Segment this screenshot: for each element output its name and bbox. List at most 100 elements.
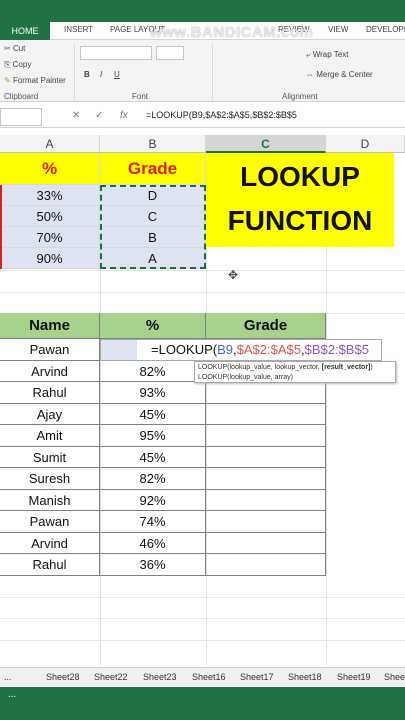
student-name-cell[interactable]: Pawan (0, 339, 100, 361)
enter-icon[interactable]: ✓ (95, 110, 103, 121)
font-size-select[interactable] (156, 46, 184, 60)
italic-button[interactable]: I (100, 70, 102, 79)
brush-icon: ✎ (4, 76, 11, 85)
tab-developer[interactable]: DEVELOPER (366, 25, 405, 34)
sheet-tab-overflow[interactable]: ... (4, 672, 12, 682)
underline-button[interactable]: U (114, 70, 120, 79)
student-grade-cell[interactable] (206, 403, 326, 425)
student-name-cell[interactable]: Manish (0, 489, 100, 511)
student-grade-cell[interactable] (206, 468, 326, 490)
column-header-d[interactable]: D (326, 135, 405, 153)
active-cell-editor[interactable]: =LOOKUP(B9,$A$2:$A$5,$B$2:$B$5 (100, 339, 382, 361)
student-name-cell[interactable]: Arvind (0, 360, 100, 382)
student-header-name[interactable]: Name (0, 313, 100, 339)
gridline (0, 618, 405, 619)
referenced-cell-highlight (101, 340, 137, 360)
merge-center-button[interactable]: ⇔ Merge & Center (306, 70, 373, 79)
tab-insert[interactable]: INSERT (64, 25, 93, 34)
student-percent-cell[interactable]: 92% (100, 489, 206, 511)
lookup-range-highlight (0, 185, 2, 269)
student-header-grade[interactable]: Grade (206, 313, 326, 339)
formula-input[interactable]: =LOOKUP(B9,$A$2:$A$5,$B$2:$B$5 (146, 110, 297, 120)
student-grade-cell[interactable] (206, 489, 326, 511)
status-bar: ... (0, 687, 405, 720)
bold-button[interactable]: B (84, 70, 90, 79)
name-box[interactable] (0, 108, 42, 126)
student-grade-cell[interactable] (206, 446, 326, 468)
gridline (0, 597, 405, 598)
column-header-c[interactable]: C (206, 135, 326, 153)
student-percent-cell[interactable]: 36% (100, 554, 206, 576)
tab-view[interactable]: VIEW (328, 25, 348, 34)
student-name-cell[interactable]: Sumit (0, 446, 100, 468)
cut-label: Cut (12, 44, 26, 53)
lookup-header-grade[interactable]: Grade (100, 153, 206, 185)
student-grade-cell[interactable] (206, 382, 326, 404)
cancel-icon[interactable]: ✕ (72, 110, 80, 121)
student-percent-cell[interactable]: 93% (100, 382, 206, 404)
function-tooltip: LOOKUP(lookup_value, lookup_vector, [res… (194, 361, 396, 383)
student-grade-cell[interactable] (206, 425, 326, 447)
student-name-cell[interactable]: Amit (0, 425, 100, 447)
student-name-cell[interactable]: Arvind (0, 532, 100, 554)
lookup-cell-percent[interactable]: 90% (0, 248, 100, 269)
merge-center-label: Merge & Center (316, 70, 373, 79)
lookup-cell-percent[interactable]: 33% (0, 185, 100, 206)
student-percent-cell[interactable]: 46% (100, 532, 206, 554)
sheet-tab[interactable]: Sheet16 (192, 672, 226, 682)
sheet-tab[interactable]: Sheet17 (240, 672, 274, 682)
copy-label: Copy (12, 60, 32, 69)
cut-button[interactable]: ✂ Cut (4, 44, 25, 53)
column-header-b[interactable]: B (100, 135, 206, 153)
sheet-tab[interactable]: Sheet19 (337, 672, 371, 682)
tab-home[interactable]: HOME (0, 22, 50, 40)
sheet-tab[interactable]: Sheet23 (143, 672, 177, 682)
tab-home-label: HOME (11, 26, 39, 36)
formula-arg-1: B9 (217, 342, 234, 357)
student-name-cell[interactable]: Ajay (0, 403, 100, 425)
scissors-icon: ✂ (4, 44, 11, 53)
bandicam-watermark: www.BANDICAM.com (150, 24, 314, 41)
alignment-group-label: Alignment (282, 92, 318, 101)
format-painter-label: Format Painter (12, 76, 66, 85)
format-painter-button[interactable]: ✎ Format Painter (4, 76, 66, 85)
formula-text: =LOOKUP(B9,$A$2:$A$5,$B$2:$B$5 (151, 342, 369, 357)
sheet-tab[interactable]: Sheet (384, 672, 405, 682)
lookup-header-percent[interactable]: % (0, 153, 100, 185)
student-grade-cell[interactable] (206, 532, 326, 554)
lookup-cell-percent[interactable]: 70% (0, 227, 100, 248)
formula-bar: ✕ ✓ fx =LOOKUP(B9,$A$2:$A$5,$B$2:$B$5 (0, 106, 405, 128)
student-percent-cell[interactable]: 45% (100, 403, 206, 425)
student-name-cell[interactable]: Suresh (0, 468, 100, 490)
title-bar (0, 0, 405, 22)
sheet-tab[interactable]: Sheet28 (46, 672, 80, 682)
wrap-text-button[interactable]: ⤶ Wrap Text (306, 50, 348, 60)
student-name-cell[interactable]: Rahul (0, 554, 100, 576)
clipboard-group-label: Clipboard (4, 92, 39, 101)
student-name-cell[interactable]: Pawan (0, 511, 100, 533)
student-name-cell[interactable]: Rahul (0, 382, 100, 404)
student-grade-cell[interactable] (206, 554, 326, 576)
lookup-cell-percent[interactable]: 50% (0, 206, 100, 227)
student-percent-cell[interactable]: 74% (100, 511, 206, 533)
student-grade-cell[interactable] (206, 511, 326, 533)
divider (212, 44, 213, 100)
merge-icon: ⇔ (306, 70, 314, 79)
student-percent-cell[interactable]: 45% (100, 446, 206, 468)
column-header-a[interactable]: A (0, 135, 100, 153)
status-indicator: ... (8, 689, 17, 700)
insert-function-button[interactable]: fx (120, 110, 128, 121)
sheet-tab[interactable]: Sheet18 (288, 672, 322, 682)
student-header-percent[interactable]: % (100, 313, 206, 339)
cursor-icon: ✥ (228, 268, 239, 282)
sheet-tab[interactable]: Sheet22 (94, 672, 128, 682)
sheet-tab-bar: ... Sheet28 Sheet22 Sheet23 Sheet16 Shee… (0, 667, 405, 687)
font-name-select[interactable] (80, 46, 152, 60)
student-percent-cell[interactable]: 82% (100, 468, 206, 490)
copy-button[interactable]: ⎘ Copy (4, 60, 31, 70)
gridline (0, 270, 405, 271)
gridline (0, 640, 405, 641)
formula-arg-2: $A$2:$A$5 (236, 342, 301, 357)
student-percent-cell[interactable]: 95% (100, 425, 206, 447)
student-percent-cell[interactable]: 82% (100, 360, 206, 382)
